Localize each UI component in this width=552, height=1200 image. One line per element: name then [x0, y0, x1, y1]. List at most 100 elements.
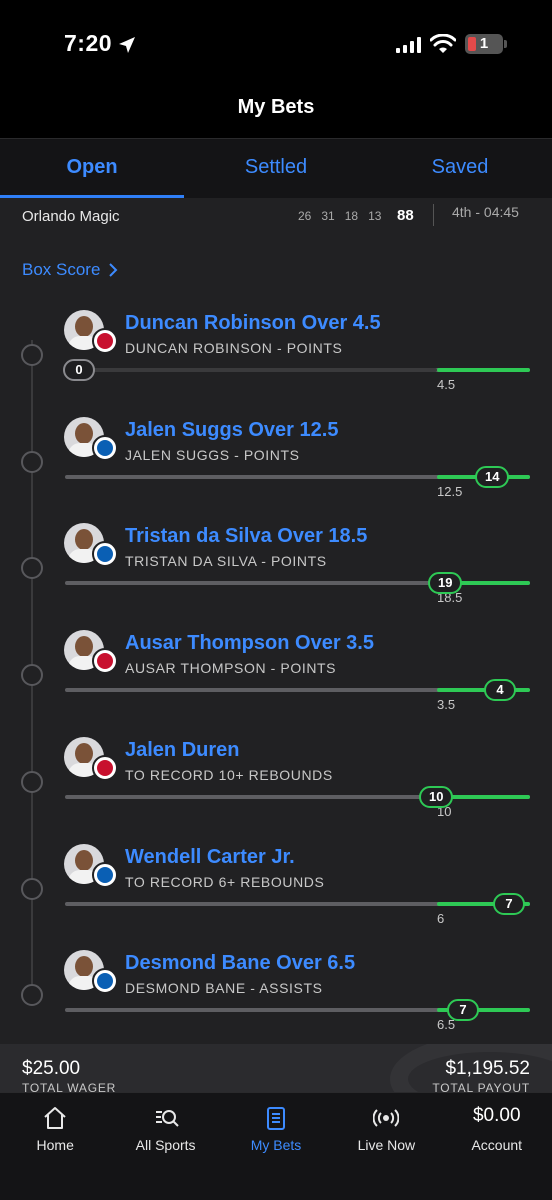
current-stat-badge: 19: [428, 572, 463, 595]
progress-track: 12.5 14: [65, 465, 530, 499]
location-arrow-icon: [119, 37, 135, 53]
current-stat-badge: 10: [419, 785, 454, 808]
tab-settled[interactable]: Settled: [184, 139, 368, 198]
nav-home[interactable]: Home: [0, 1093, 110, 1200]
box-score-label: Box Score: [22, 260, 101, 279]
progress-remaining: [65, 368, 437, 372]
total-wager-amount: $25.00: [22, 1058, 81, 1079]
magic-logo-icon: [92, 434, 118, 461]
status-bar: 7:20 1: [0, 0, 552, 88]
leg-title[interactable]: Wendell Carter Jr.: [125, 846, 295, 869]
quarter-score: 31: [321, 209, 335, 223]
magic-logo-icon: [92, 968, 118, 995]
battery-percent: 1: [479, 35, 489, 52]
bet-leg[interactable]: Jalen Duren TO RECORD 10+ REBOUNDS 10 10: [0, 736, 552, 844]
nav-label: Home: [36, 1137, 74, 1153]
leg-title[interactable]: Tristan da Silva Over 18.5: [125, 525, 367, 548]
account-balance: $0.00: [472, 1105, 521, 1126]
bet-detail-content[interactable]: Orlando Magic 26 31 18 13 88 4th - 04:45…: [0, 198, 552, 1044]
current-stat-badge: 14: [475, 465, 510, 488]
header: My Bets: [0, 88, 552, 138]
total-payout-amount: $1,195.52: [445, 1058, 530, 1079]
battery-icon: 1: [465, 34, 503, 54]
timeline-dot: [21, 984, 43, 1007]
nav-all-sports[interactable]: All Sports: [110, 1093, 220, 1200]
nav-live-now[interactable]: Live Now: [331, 1093, 441, 1200]
bet-leg[interactable]: Tristan da Silva Over 18.5 TRISTAN DA SI…: [0, 523, 552, 630]
home-icon: [44, 1107, 66, 1129]
current-stat-badge: 7: [493, 892, 525, 915]
leg-title[interactable]: Jalen Duren: [125, 739, 239, 762]
total-wager-label: TOTAL WAGER: [22, 1081, 117, 1092]
nav-label: All Sports: [135, 1137, 196, 1153]
timeline-dot: [21, 664, 43, 687]
leg-title[interactable]: Duncan Robinson Over 4.5: [125, 312, 381, 335]
total-payout-label: TOTAL PAYOUT: [432, 1081, 530, 1092]
line-value: 3.5: [437, 697, 456, 713]
chevron-right-icon: [109, 263, 118, 277]
progress-track: 18.5 19: [65, 572, 530, 605]
bet-leg[interactable]: Jalen Suggs Over 12.5 JALEN SUGGS - POIN…: [0, 416, 552, 524]
nav-label: My Bets: [250, 1137, 302, 1153]
leg-subtitle: JALEN SUGGS - POINTS: [125, 446, 300, 463]
leg-title[interactable]: Ausar Thompson Over 3.5: [125, 632, 374, 655]
leg-subtitle: TO RECORD 10+ REBOUNDS: [125, 766, 333, 783]
status-time: 7:20: [64, 30, 113, 56]
pistons-logo-icon: [92, 754, 118, 781]
quarter-scores: 26 31 18 13: [298, 209, 391, 223]
timeline-dot: [21, 877, 43, 900]
game-clock: 4th - 04:45: [452, 204, 519, 220]
progress-track: 4.5 0: [63, 359, 530, 392]
quarter-score: 18: [344, 209, 359, 223]
leg-subtitle: DESMOND BANE - ASSISTS: [125, 980, 323, 997]
my-bets-icon: [266, 1107, 285, 1130]
leg-subtitle: AUSAR THOMPSON - POINTS: [125, 660, 337, 677]
wifi-icon: [430, 34, 456, 53]
tab-saved[interactable]: Saved: [368, 139, 552, 198]
bet-summary: $25.00 TOTAL WAGER $1,195.52 TOTAL PAYOU…: [0, 1044, 552, 1092]
leg-title[interactable]: Desmond Bane Over 6.5: [125, 952, 355, 975]
leg-subtitle: TO RECORD 6+ REBOUNDS: [125, 873, 325, 890]
progress-track: 6 7: [65, 892, 530, 926]
score-divider: [433, 204, 434, 226]
leg-subtitle: TRISTAN DA SILVA - POINTS: [125, 553, 327, 570]
line-value: 4.5: [437, 377, 456, 392]
live-now-icon: [373, 1109, 400, 1127]
magic-logo-icon: [92, 861, 118, 888]
box-score-link[interactable]: Box Score: [22, 260, 118, 280]
progress-track: 10 10: [65, 785, 530, 819]
pistons-logo-icon: [92, 328, 118, 354]
bet-tabs: Open Settled Saved: [0, 138, 552, 198]
current-stat-badge: 4: [484, 679, 516, 702]
progress-track: 6.5 7: [65, 999, 530, 1032]
line-value: 12.5: [437, 483, 463, 499]
bet-leg[interactable]: Wendell Carter Jr. TO RECORD 6+ REBOUNDS…: [0, 843, 552, 951]
bet-leg[interactable]: Desmond Bane Over 6.5 DESMOND BANE - ASS…: [0, 950, 552, 1044]
tab-open[interactable]: Open: [0, 139, 184, 198]
timeline-dot: [21, 770, 43, 793]
line-value: 6: [437, 910, 445, 926]
bottom-nav: Home All Sports My Bets Live Now $0.00 A…: [0, 1092, 552, 1200]
timeline-dot: [21, 557, 43, 580]
nav-label: Account: [471, 1137, 523, 1153]
quarter-score: 26: [298, 209, 312, 223]
target-zone: [437, 368, 530, 372]
bet-leg[interactable]: Ausar Thompson Over 3.5 AUSAR THOMPSON -…: [0, 630, 552, 737]
nav-label: Live Now: [357, 1137, 416, 1153]
team-name: Orlando Magic: [22, 208, 120, 225]
leg-title[interactable]: Jalen Suggs Over 12.5: [125, 419, 338, 442]
current-stat-badge: 0: [63, 359, 95, 381]
nav-account[interactable]: $0.00 Account: [442, 1093, 552, 1200]
bet-leg[interactable]: Duncan Robinson Over 4.5 DUNCAN ROBINSON…: [0, 310, 552, 417]
total-score: 88: [397, 207, 414, 224]
nav-my-bets[interactable]: My Bets: [221, 1093, 331, 1200]
progress-track: 3.5 4: [65, 679, 530, 712]
magic-logo-icon: [92, 541, 118, 568]
cellular-signal-icon: [396, 37, 421, 53]
current-stat-badge: 7: [447, 999, 479, 1022]
all-sports-icon: [155, 1110, 179, 1127]
quarter-score: 13: [368, 209, 382, 223]
timeline-dot: [21, 344, 43, 366]
leg-subtitle: DUNCAN ROBINSON - POINTS: [125, 340, 343, 356]
timeline-dot: [21, 450, 43, 473]
